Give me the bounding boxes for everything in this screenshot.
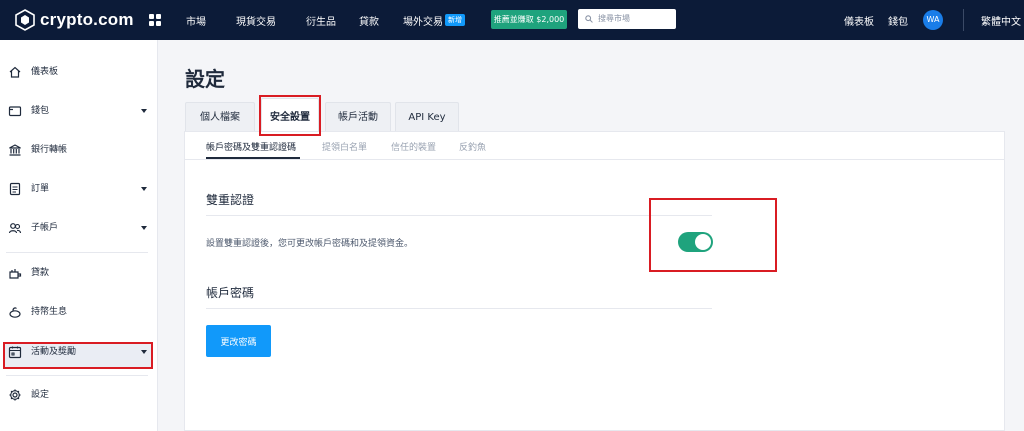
top-bar: crypto.com 市場 現貨交易 衍生品 貸款 場外交易 新增 推薦並賺取 … — [0, 0, 1024, 40]
sidebar-item-earn[interactable]: 持幣生息 — [0, 300, 158, 324]
sidebar-item-label: 貸款 — [31, 268, 50, 278]
crypto-logo-icon[interactable] — [14, 9, 36, 31]
sidebar-item-label: 活動及獎勵 — [31, 347, 77, 357]
password-title: 帳戶密碼 — [206, 286, 255, 300]
search-input[interactable]: 搜尋市場 — [578, 9, 676, 29]
tab-account-activity[interactable]: 帳戶活動 — [325, 102, 391, 131]
loan-icon — [9, 269, 22, 279]
page-title: 設定 — [185, 67, 225, 91]
subtab-password-2fa[interactable]: 帳戶密碼及雙重認證碼 — [206, 140, 296, 153]
chevron-down-icon — [141, 350, 147, 354]
toggle-highlight-box — [649, 198, 777, 272]
settings-card — [184, 131, 1005, 431]
sidebar-item-label: 子帳戶 — [31, 223, 59, 233]
header-wallet-link[interactable]: 錢包 — [888, 13, 908, 28]
subtab-anti-phishing[interactable]: 反釣魚 — [459, 140, 486, 153]
nav-markets[interactable]: 市場 — [186, 13, 206, 28]
apps-grid-icon[interactable] — [149, 14, 161, 26]
sidebar-item-label: 持幣生息 — [31, 307, 68, 317]
subtab-bar — [184, 131, 1005, 160]
sidebar-item-orders[interactable]: 訂單 — [0, 177, 158, 201]
avatar[interactable]: WA — [923, 10, 943, 30]
sub-account-icon — [8, 223, 22, 234]
sidebar-item-label: 訂單 — [31, 184, 50, 194]
gear-icon — [9, 389, 21, 401]
chevron-down-icon — [141, 109, 147, 113]
sidebar-item-wallet[interactable]: 錢包 — [0, 99, 158, 123]
nav-derivatives[interactable]: 衍生品 — [306, 13, 336, 28]
earn-icon — [9, 307, 21, 318]
search-icon — [585, 15, 593, 23]
nav-otc[interactable]: 場外交易 — [403, 13, 443, 28]
orders-icon — [9, 182, 21, 196]
sidebar-divider — [6, 252, 148, 253]
sidebar-item-settings[interactable]: 設定 — [0, 383, 158, 407]
subtab-trusted-devices[interactable]: 信任的裝置 — [391, 140, 436, 153]
sidebar-item-dashboard[interactable]: 儀表板 — [0, 60, 158, 84]
two-factor-description: 設置雙重認證後，您可更改帳戶密碼和及提領資金。 — [206, 239, 414, 249]
section-divider — [206, 215, 712, 216]
new-badge: 新增 — [445, 14, 465, 26]
sidebar-item-loans[interactable]: 貸款 — [0, 261, 158, 285]
tab-api-key[interactable]: API Key — [395, 102, 459, 131]
header-dashboard-link[interactable]: 儀表板 — [844, 13, 874, 28]
home-icon — [9, 66, 21, 78]
chevron-down-icon — [141, 226, 147, 230]
nav-spot[interactable]: 現貨交易 — [236, 13, 276, 28]
language-selector[interactable]: 繁體中文 — [981, 13, 1021, 28]
tab-highlight-box — [259, 95, 321, 136]
sidebar-item-label: 儀表板 — [31, 67, 59, 77]
sidebar-item-label: 銀行轉帳 — [31, 145, 68, 155]
wallet-icon — [8, 106, 22, 117]
brand-name[interactable]: crypto.com — [40, 10, 134, 30]
nav-loans[interactable]: 貸款 — [359, 13, 379, 28]
subtab-active-underline — [206, 157, 300, 159]
sidebar-divider — [6, 375, 148, 376]
referral-promo-button[interactable]: 推薦並賺取 $2,000 — [491, 10, 567, 29]
section-divider — [206, 308, 712, 309]
tab-profile[interactable]: 個人檔案 — [185, 102, 255, 131]
change-password-button[interactable]: 更改密碼 — [206, 325, 271, 357]
sidebar-item-label: 錢包 — [31, 106, 50, 116]
calendar-icon — [8, 346, 22, 359]
sidebar-item-label: 設定 — [31, 390, 50, 400]
bank-icon — [9, 144, 21, 156]
header-divider — [963, 9, 964, 31]
search-placeholder: 搜尋市場 — [598, 14, 630, 23]
two-factor-title: 雙重認證 — [206, 193, 255, 207]
chevron-down-icon — [141, 187, 147, 191]
sidebar-item-bank-transfer[interactable]: 銀行轉帳 — [0, 138, 158, 162]
subtab-withdrawal-whitelist[interactable]: 提領白名單 — [322, 140, 367, 153]
sidebar-item-rewards[interactable]: 活動及獎勵 — [0, 340, 158, 364]
sidebar-item-sub-account[interactable]: 子帳戶 — [0, 216, 158, 240]
